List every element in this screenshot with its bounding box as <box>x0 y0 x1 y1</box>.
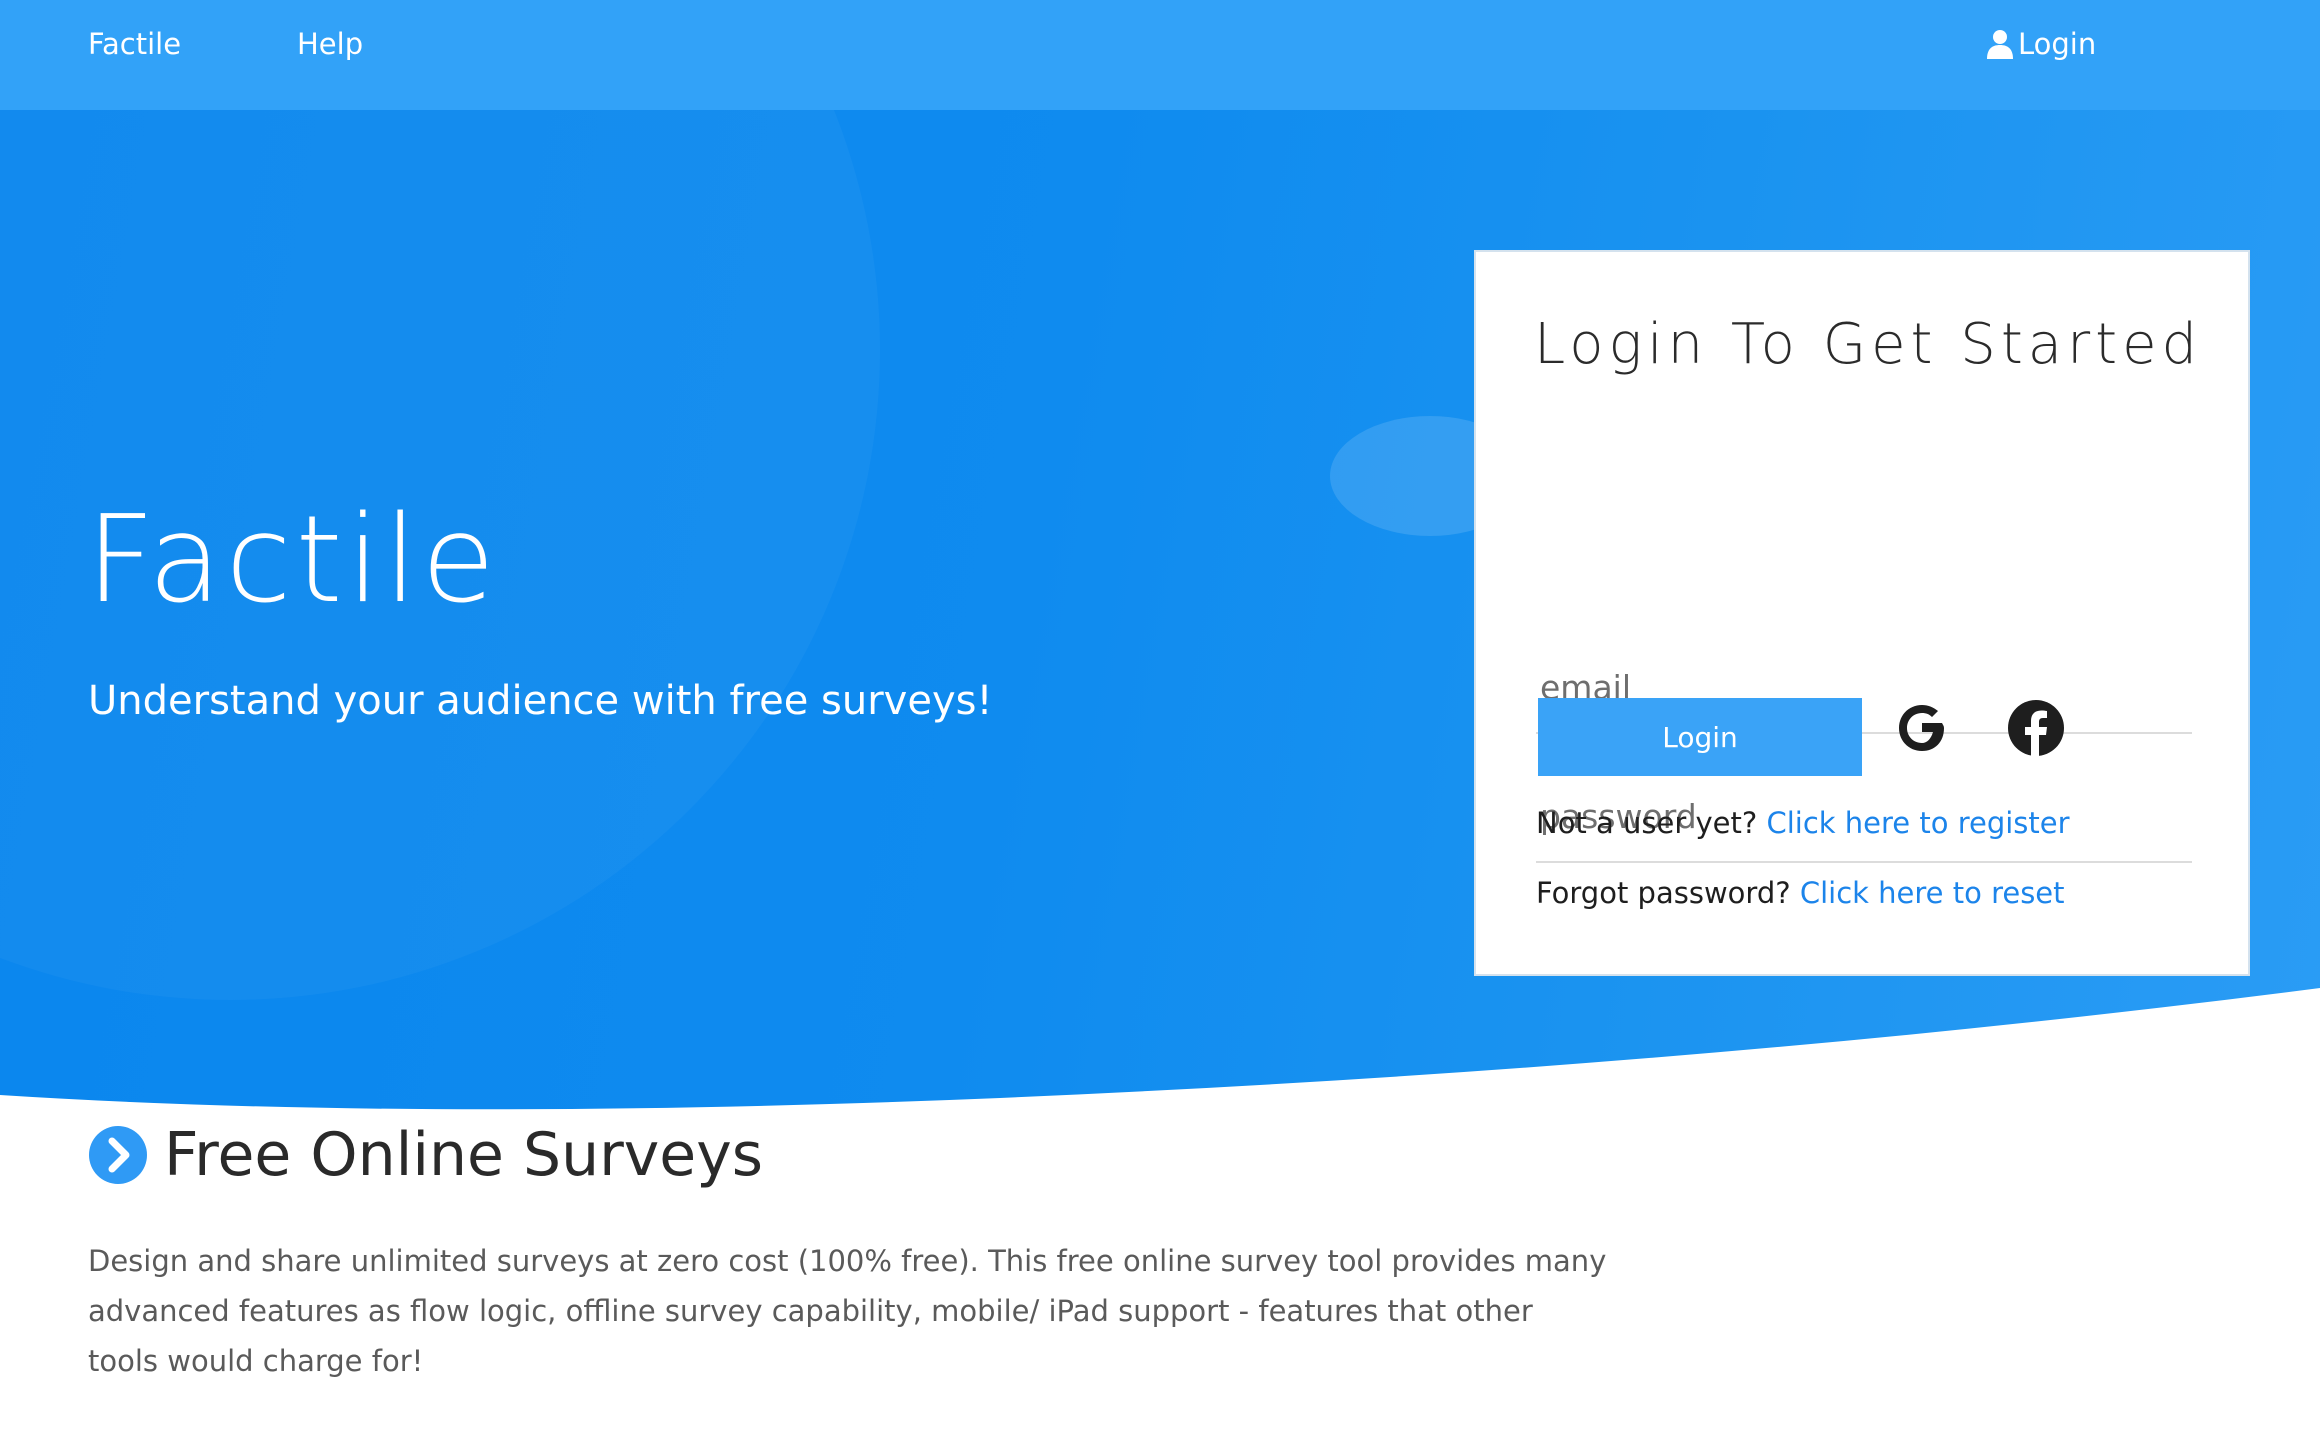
register-link[interactable]: Click here to register <box>1766 806 2069 840</box>
nav-brand-link[interactable]: Factile <box>88 27 181 61</box>
hero-wave-divider <box>0 988 2320 1125</box>
section-heading: Free Online Surveys <box>88 1120 763 1190</box>
section-title: Free Online Surveys <box>164 1120 763 1190</box>
facebook-icon[interactable] <box>2006 698 2066 758</box>
hero-subtitle: Understand your audience with free surve… <box>88 678 993 724</box>
section-description: Design and share unlimited surveys at ze… <box>88 1244 1607 1378</box>
nav-login-link[interactable]: Login <box>1986 27 2096 61</box>
user-icon <box>1987 30 2013 59</box>
google-icon[interactable] <box>1892 698 1952 758</box>
reset-prompt-text: Forgot password? <box>1536 876 1791 910</box>
nav-help-link[interactable]: Help <box>297 27 363 61</box>
login-card-title: Login To Get Started <box>1534 312 2203 377</box>
register-prompt-text: Not a user yet? <box>1536 806 1758 840</box>
login-card: Login To Get Started Login Not a user ye… <box>1474 250 2250 976</box>
chevron-right-icon <box>89 1126 147 1184</box>
top-navbar: Factile Help Login <box>0 0 2320 110</box>
login-button[interactable]: Login <box>1538 698 1862 776</box>
hero-title: Factile <box>86 491 500 630</box>
reset-link[interactable]: Click here to reset <box>1800 876 2065 910</box>
register-prompt: Not a user yet? Click here to register <box>1536 806 2070 840</box>
nav-login-label: Login <box>2018 27 2097 61</box>
reset-prompt: Forgot password? Click here to reset <box>1536 876 2065 910</box>
